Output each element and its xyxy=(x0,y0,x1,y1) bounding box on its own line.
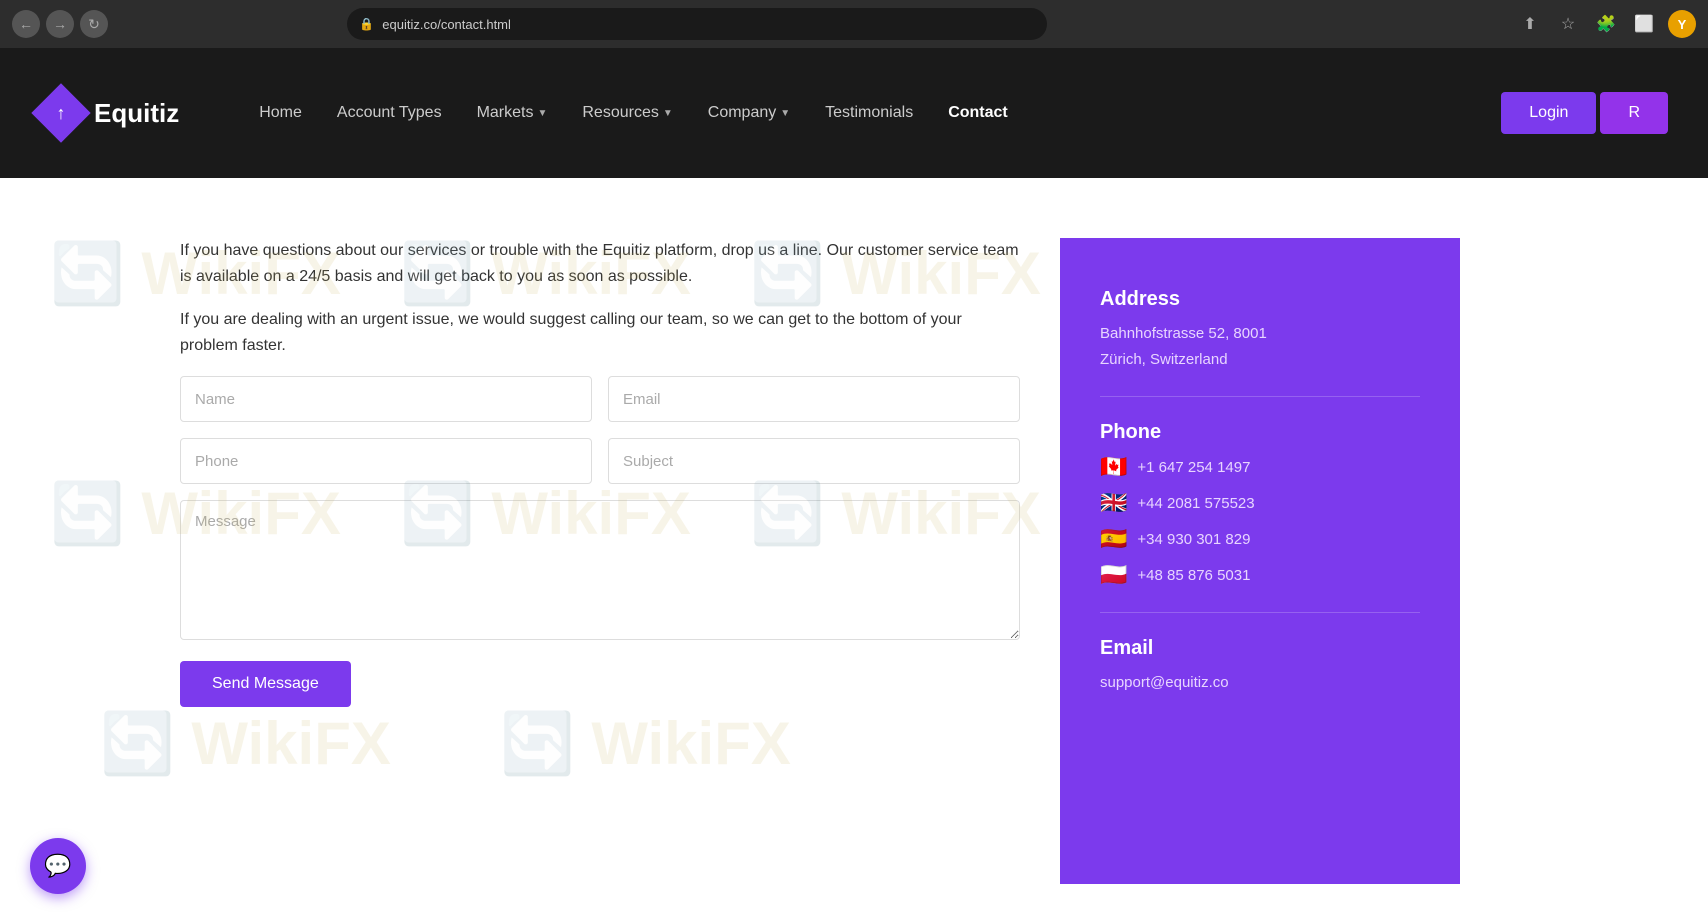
resources-chevron-icon: ▼ xyxy=(663,108,673,119)
address-value: Bahnhofstrasse 52, 8001Zürich, Switzerla… xyxy=(1100,321,1420,372)
extensions-icon[interactable]: 🧩 xyxy=(1592,10,1620,38)
navbar: Equitiz Home Account Types Markets ▼ Res… xyxy=(0,48,1708,178)
address-section: Address Bahnhofstrasse 52, 8001Zürich, S… xyxy=(1100,288,1420,372)
send-message-button[interactable]: Send Message xyxy=(180,661,351,707)
window-icon[interactable]: ⬜ xyxy=(1630,10,1658,38)
markets-chevron-icon: ▼ xyxy=(537,108,547,119)
content-area: If you have questions about our services… xyxy=(0,238,1060,884)
poland-flag-icon: 🇵🇱 xyxy=(1100,562,1127,588)
register-button[interactable]: R xyxy=(1600,92,1668,134)
email-title: Email xyxy=(1100,637,1420,660)
share-icon[interactable]: ⬆ xyxy=(1516,10,1544,38)
chat-button[interactable]: 💬 xyxy=(30,838,86,894)
main-content: 🔄 WikiFX 🔄 WikiFX 🔄 WikiFX 🔄 WikiFX 🔄 Wi… xyxy=(0,178,1708,924)
login-button[interactable]: Login xyxy=(1501,92,1596,134)
bookmark-icon[interactable]: ☆ xyxy=(1554,10,1582,38)
uk-flag-icon: 🇬🇧 xyxy=(1100,490,1127,516)
browser-nav-buttons: ← → ↻ xyxy=(12,10,108,38)
nav-testimonials[interactable]: Testimonials xyxy=(825,104,913,121)
uk-phone: +44 2081 575523 xyxy=(1137,495,1254,512)
spain-phone: +34 930 301 829 xyxy=(1137,531,1250,548)
browser-actions: ⬆ ☆ 🧩 ⬜ Y xyxy=(1516,10,1696,38)
nav-contact[interactable]: Contact xyxy=(948,104,1008,121)
divider-1 xyxy=(1100,396,1420,397)
form-row-1 xyxy=(180,376,1020,422)
phone-row-poland: 🇵🇱 +48 85 876 5031 xyxy=(1100,562,1420,588)
phone-row-canada: 🇨🇦 +1 647 254 1497 xyxy=(1100,454,1420,480)
phone-row-uk: 🇬🇧 +44 2081 575523 xyxy=(1100,490,1420,516)
contact-form: Send Message xyxy=(180,376,1020,707)
browser-chrome: ← → ↻ 🔒 equitiz.co/contact.html ⬆ ☆ 🧩 ⬜ … xyxy=(0,0,1708,48)
contact-sidebar: Address Bahnhofstrasse 52, 8001Zürich, S… xyxy=(1060,238,1460,884)
divider-2 xyxy=(1100,612,1420,613)
email-value: support@equitiz.co xyxy=(1100,670,1420,696)
phone-row-spain: 🇪🇸 +34 930 301 829 xyxy=(1100,526,1420,552)
name-input[interactable] xyxy=(180,376,592,422)
canada-phone: +1 647 254 1497 xyxy=(1137,459,1250,476)
phone-title: Phone xyxy=(1100,421,1420,444)
address-bar[interactable]: 🔒 equitiz.co/contact.html xyxy=(347,8,1047,40)
logo[interactable]: Equitiz xyxy=(40,92,179,134)
spain-flag-icon: 🇪🇸 xyxy=(1100,526,1127,552)
nav-resources[interactable]: Resources ▼ xyxy=(582,104,672,122)
address-title: Address xyxy=(1100,288,1420,311)
lock-icon: 🔒 xyxy=(359,17,374,31)
nav-company[interactable]: Company ▼ xyxy=(708,104,790,122)
nav-markets[interactable]: Markets ▼ xyxy=(477,104,548,122)
back-button[interactable]: ← xyxy=(12,10,40,38)
message-input[interactable] xyxy=(180,500,1020,640)
logo-text: Equitiz xyxy=(94,98,179,129)
company-chevron-icon: ▼ xyxy=(780,108,790,119)
phone-section: Phone 🇨🇦 +1 647 254 1497 🇬🇧 +44 2081 575… xyxy=(1100,421,1420,588)
profile-avatar[interactable]: Y xyxy=(1668,10,1696,38)
email-input[interactable] xyxy=(608,376,1020,422)
intro-paragraph-1: If you have questions about our services… xyxy=(180,238,1020,289)
subject-input[interactable] xyxy=(608,438,1020,484)
intro-paragraph-2: If you are dealing with an urgent issue,… xyxy=(180,307,1020,358)
phone-input[interactable] xyxy=(180,438,592,484)
logo-icon xyxy=(31,83,90,142)
url-text: equitiz.co/contact.html xyxy=(382,17,511,32)
canada-flag-icon: 🇨🇦 xyxy=(1100,454,1127,480)
nav-home[interactable]: Home xyxy=(259,104,302,121)
reload-button[interactable]: ↻ xyxy=(80,10,108,38)
nav-links: Home Account Types Markets ▼ Resources ▼… xyxy=(259,104,1008,122)
email-section: Email support@equitiz.co xyxy=(1100,637,1420,696)
poland-phone: +48 85 876 5031 xyxy=(1137,567,1250,584)
form-row-2 xyxy=(180,438,1020,484)
nav-account-types[interactable]: Account Types xyxy=(337,104,442,121)
forward-button[interactable]: → xyxy=(46,10,74,38)
